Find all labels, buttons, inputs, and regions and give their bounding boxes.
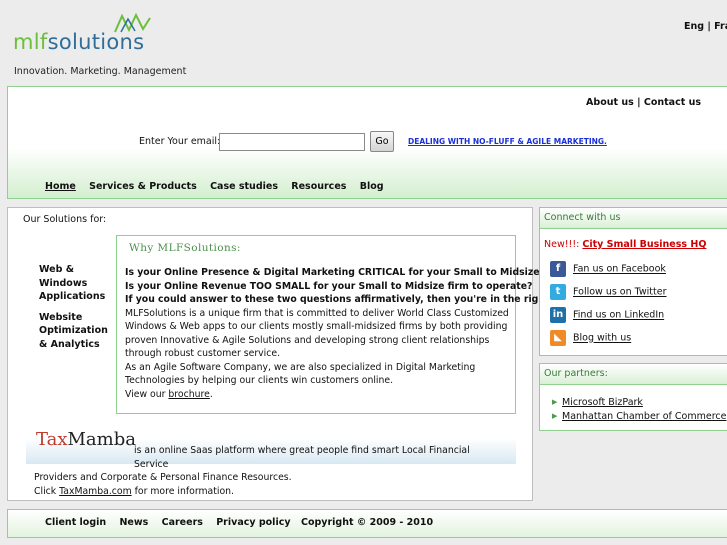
nav-blog[interactable]: Blog xyxy=(360,181,384,192)
footer-links: Client login News Careers Privacy policy xyxy=(45,517,301,528)
main-panel: Our Solutions for: Web & Windows Applica… xyxy=(7,207,585,501)
solution-line: Applications xyxy=(39,291,106,302)
brochure-prefix: View our xyxy=(125,388,166,400)
arrow-right-icon: ▶ xyxy=(552,398,558,406)
taxmamba-line-2: Providers and Corporate & Personal Finan… xyxy=(34,472,292,483)
linkedin-link[interactable]: Find us on LinkedIn xyxy=(573,310,664,321)
taxmamba-click-line: Click TaxMamba.com for more information. xyxy=(34,485,504,499)
facebook-link[interactable]: Fan us on Facebook xyxy=(573,264,666,275)
twitter-icon: t xyxy=(550,284,566,300)
partner-item: ▶ Microsoft BizPark xyxy=(552,397,643,408)
taxmamba-line-1: is an online Saas platform where great p… xyxy=(134,445,470,470)
connect-header: Connect with us xyxy=(540,208,727,229)
taxmamba-link[interactable]: TaxMamba.com xyxy=(59,486,132,497)
taxmamba-click-suffix: for more information. xyxy=(134,485,235,497)
nav-case-studies[interactable]: Case studies xyxy=(210,181,278,192)
copyright: Copyright © 2009 - 2010 xyxy=(301,517,434,528)
email-label: Enter Your email: xyxy=(139,136,221,147)
brochure-suffix: . xyxy=(209,388,213,400)
solution-line: Web & xyxy=(39,264,74,275)
why-title: Why MLFSolutions: xyxy=(129,242,241,254)
question-2: Is your Online Revenue TOO SMALL for you… xyxy=(125,280,533,292)
logo-text: mlfsolutions xyxy=(13,30,144,54)
footer-client-login[interactable]: Client login xyxy=(45,517,106,528)
taxmamba-text: is an online Saas platform where great p… xyxy=(34,444,504,498)
new-announcement: New!!!: City Small Business HQ xyxy=(544,239,706,250)
social-twitter[interactable]: t Follow us on Twitter xyxy=(550,284,667,300)
language-switcher: Eng | Fra xyxy=(684,21,727,32)
solutions-title: Our Solutions for: xyxy=(23,214,107,225)
top-panel: About us | Contact us Enter Your email: … xyxy=(7,86,727,199)
footer-news[interactable]: News xyxy=(119,517,148,528)
city-small-business-link[interactable]: City Small Business HQ xyxy=(582,239,706,250)
taxmamba-click-prefix: Click xyxy=(34,485,57,497)
footer: Client login News Careers Privacy policy… xyxy=(7,509,727,538)
social-facebook[interactable]: f Fan us on Facebook xyxy=(550,261,666,277)
partner-manhattan-chamber[interactable]: Manhattan Chamber of Commerce xyxy=(562,411,726,422)
partners-header: Our partners: xyxy=(540,364,727,385)
contact-us-link[interactable]: Contact us xyxy=(644,97,701,108)
partner-item: ▶ Manhattan Chamber of Commerce xyxy=(552,411,726,422)
solution-line: Windows xyxy=(39,277,88,289)
solutions-menu: Web & Windows Applications Website Optim… xyxy=(39,263,108,358)
brochure-line: View our brochure. xyxy=(125,388,515,402)
tagline: Innovation. Marketing. Management xyxy=(14,66,187,77)
go-button[interactable]: Go xyxy=(370,131,394,152)
solution-line: Website xyxy=(39,311,83,323)
about-us-link[interactable]: About us xyxy=(586,97,634,108)
main-nav: Home Services & Products Case studies Re… xyxy=(45,181,394,192)
why-body: Is your Online Presence & Digital Market… xyxy=(125,266,585,402)
footer-privacy-policy[interactable]: Privacy policy xyxy=(216,517,290,528)
partner-microsoft-bizpark[interactable]: Microsoft BizPark xyxy=(562,397,643,408)
logo-main: mlf xyxy=(13,30,48,54)
social-linkedin[interactable]: in Find us on LinkedIn xyxy=(550,307,664,323)
top-links: About us | Contact us xyxy=(586,97,701,108)
blog-link[interactable]: Blog with us xyxy=(573,333,631,344)
lang-fra-link[interactable]: Fra xyxy=(714,21,727,32)
linkedin-icon: in xyxy=(550,307,566,323)
logo-sub: solutions xyxy=(47,30,145,54)
lang-eng-link[interactable]: Eng xyxy=(684,21,704,32)
solution-web-windows[interactable]: Web & Windows Applications xyxy=(39,263,108,304)
top-links-separator: | xyxy=(637,97,641,108)
nav-resources[interactable]: Resources xyxy=(291,181,346,192)
new-label: New!!!: xyxy=(544,239,580,250)
email-input[interactable] xyxy=(219,133,365,151)
question-1: Is your Online Presence & Digital Market… xyxy=(125,267,570,278)
arrow-right-icon: ▶ xyxy=(552,412,558,420)
why-box: Why MLFSolutions: Is your Online Presenc… xyxy=(116,235,585,414)
solution-line: Optimization xyxy=(39,325,108,336)
nav-home[interactable]: Home xyxy=(45,181,76,192)
lang-separator: | xyxy=(707,21,711,32)
footer-careers[interactable]: Careers xyxy=(162,517,203,528)
brochure-link[interactable]: brochure xyxy=(168,389,209,400)
partners-box: Our partners: ▶ Microsoft BizPark ▶ Manh… xyxy=(539,363,727,431)
nav-services-products[interactable]: Services & Products xyxy=(89,181,197,192)
promo-link[interactable]: DEALING WITH NO-FLUFF & AGILE MARKETING. xyxy=(408,137,607,146)
twitter-link[interactable]: Follow us on Twitter xyxy=(573,287,667,298)
site-logo[interactable]: mlfsolutions xyxy=(13,12,163,58)
intro-paragraph: MLFSolutions is a unique firm that is co… xyxy=(125,307,509,360)
social-blog[interactable]: ◣ Blog with us xyxy=(550,330,631,346)
question-3: If you could answer to these two questio… xyxy=(125,294,585,305)
solution-website-optimization[interactable]: Website Optimization & Analytics xyxy=(39,311,108,352)
solution-line: & Analytics xyxy=(39,338,100,350)
agile-paragraph: As an Agile Software Company, we are als… xyxy=(125,361,476,387)
facebook-icon: f xyxy=(550,261,566,277)
rss-icon: ◣ xyxy=(550,330,566,346)
connect-box: Connect with us New!!!: City Small Busin… xyxy=(539,207,727,356)
